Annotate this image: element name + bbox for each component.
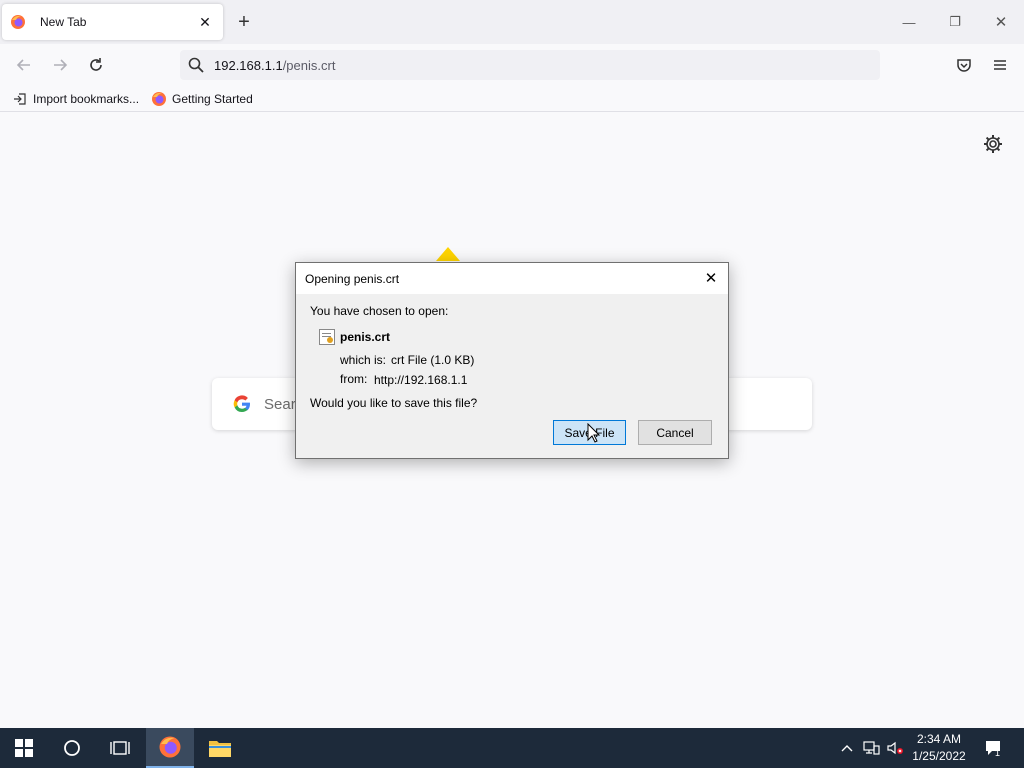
import-icon <box>12 91 28 107</box>
bookmark-getting-started[interactable]: Getting Started <box>151 91 253 107</box>
tab-strip: New Tab ✕ + — ❐ ✕ <box>0 0 1024 44</box>
task-view-button[interactable] <box>96 728 144 768</box>
dialog-filename: penis.crt <box>340 330 391 344</box>
certificate-file-icon <box>319 329 335 345</box>
task-view-icon <box>110 741 130 755</box>
window-close-button[interactable]: ✕ <box>989 10 1013 34</box>
from-value: http://192.168.1.1 <box>374 373 468 387</box>
taskbar-firefox[interactable] <box>146 728 194 768</box>
which-is-value: crt File (1.0 KB) <box>391 353 475 367</box>
clock-date: 1/25/2022 <box>912 749 966 763</box>
firefox-icon <box>11 15 25 29</box>
dialog-close-icon[interactable]: ✕ <box>700 267 722 289</box>
download-dialog: Opening penis.crt ✕ You have chosen to o… <box>295 262 729 459</box>
forward-button[interactable] <box>48 53 72 77</box>
back-button[interactable] <box>12 53 36 77</box>
search-placeholder: Sear <box>264 395 296 413</box>
minimize-button[interactable]: — <box>897 10 921 34</box>
tab-title: New Tab <box>40 15 87 29</box>
volume-muted-icon[interactable] <box>884 728 906 768</box>
notification-count: 1 <box>995 748 1001 758</box>
taskbar-file-explorer[interactable] <box>196 728 244 768</box>
search-icon <box>188 57 204 73</box>
network-icon[interactable] <box>860 728 882 768</box>
forward-arrow-icon <box>54 59 68 71</box>
clock-time: 2:34 AM <box>916 732 962 746</box>
url-host: 192.168.1.1 <box>214 57 283 73</box>
back-arrow-icon <box>16 59 30 71</box>
dialog-titlebar: Opening penis.crt ✕ <box>296 263 728 294</box>
firefox-icon <box>159 736 181 758</box>
which-is-label: which is: <box>340 353 387 367</box>
firefox-icon <box>151 91 167 107</box>
pocket-button[interactable] <box>952 53 976 77</box>
folder-icon <box>209 741 231 757</box>
navigation-bar: 192.168.1.1/penis.crt <box>0 44 1024 86</box>
tray-overflow-chevron-icon[interactable] <box>838 728 856 768</box>
windows-icon <box>15 739 33 757</box>
tab-new-tab[interactable]: New Tab ✕ <box>2 4 223 40</box>
bookmark-label: Getting Started <box>172 91 253 106</box>
app-menu-button[interactable] <box>988 53 1012 77</box>
taskbar-clock[interactable]: 2:34 AM 1/25/2022 <box>906 731 972 765</box>
hamburger-menu-icon <box>994 60 1006 70</box>
tab-close-icon[interactable]: ✕ <box>195 12 215 32</box>
start-button[interactable] <box>0 728 48 768</box>
reload-icon <box>90 58 102 71</box>
from-label: from: <box>340 372 368 386</box>
cortana-circle-icon <box>64 740 80 756</box>
reload-button[interactable] <box>84 53 108 77</box>
notification-center-button[interactable]: 1 <box>982 728 1004 768</box>
dialog-question: Would you like to save this file? <box>310 396 478 410</box>
new-tab-button[interactable]: + <box>234 12 254 32</box>
dialog-title: Opening penis.crt <box>305 271 400 286</box>
bookmark-label: Import bookmarks... <box>33 91 140 106</box>
url-path: /penis.crt <box>282 57 336 73</box>
bookmark-import[interactable]: Import bookmarks... <box>12 91 139 107</box>
bookmarks-toolbar: Import bookmarks... Getting Started <box>0 86 1024 112</box>
dialog-intro: You have chosen to open: <box>310 304 449 318</box>
cancel-button[interactable]: Cancel <box>638 420 712 445</box>
pocket-icon <box>957 59 971 72</box>
google-icon <box>233 395 250 413</box>
url-bar[interactable]: 192.168.1.1/penis.crt <box>180 50 880 80</box>
search-button[interactable] <box>48 728 96 768</box>
gear-icon[interactable] <box>982 133 1004 155</box>
mouse-cursor-icon <box>587 423 601 443</box>
firefox-logo-partial <box>436 247 460 261</box>
restore-button[interactable]: ❐ <box>943 10 967 34</box>
taskbar: 2:34 AM 1/25/2022 1 <box>0 728 1024 768</box>
